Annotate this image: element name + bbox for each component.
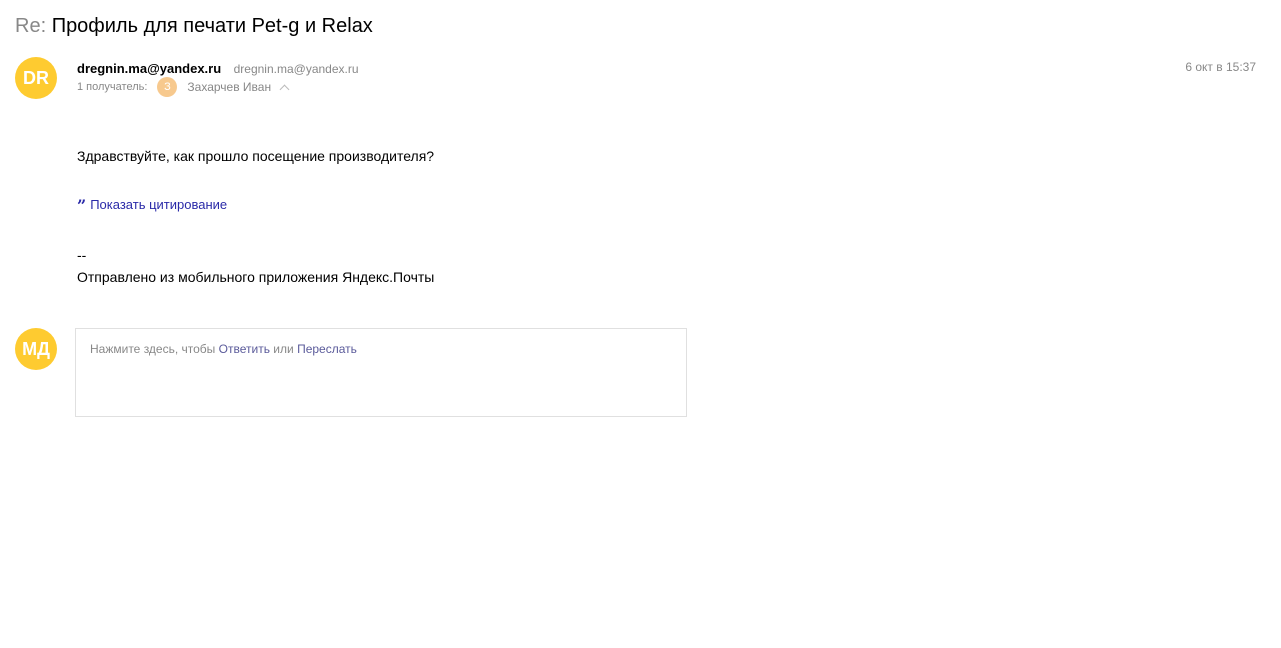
recipient-avatar-initial: З [164, 81, 171, 93]
message-subject: Re: Профиль для печати Pet-g и Relax [15, 13, 373, 39]
reply-hint-prefix: Нажмите здесь, чтобы [90, 342, 216, 356]
message-view: Re: Профиль для печати Pet-g и Relax DR … [0, 0, 1281, 648]
sender-avatar-initials: DR [23, 67, 49, 88]
reply-link[interactable]: Ответить [219, 342, 270, 356]
recipient-name[interactable]: Захарчев Иван [187, 80, 271, 94]
quote-icon: ” [77, 196, 87, 215]
recipients-count-label: 1 получатель: [77, 81, 148, 93]
subject-text: Профиль для печати Pet-g и Relax [51, 15, 373, 37]
signature-text: Отправлено из мобильного приложения Янде… [77, 269, 435, 285]
sender-email[interactable]: dregnin.ma@yandex.ru [234, 62, 359, 76]
user-avatar-initials: МД [22, 338, 50, 359]
show-quote-link[interactable]: ” Показать цитирование [77, 196, 227, 214]
subject-prefix: Re: [15, 15, 47, 37]
forward-link[interactable]: Переслать [297, 342, 357, 356]
recipient-avatar[interactable]: З [157, 77, 178, 97]
message-body-greeting: Здравствуйте, как прошло посещение произ… [77, 148, 435, 164]
reply-hint-or: или [273, 342, 294, 356]
signature-dash: -- [77, 247, 87, 263]
sender-name[interactable]: dregnin.ma@yandex.ru [77, 61, 221, 76]
show-quote-label: Показать цитирование [90, 197, 228, 212]
message-date: 6 окт в 15:37 [1185, 60, 1256, 74]
quick-reply-box[interactable]: Нажмите здесь, чтобы Ответить или Пересл… [75, 328, 687, 417]
recipients-row[interactable]: 1 получатель: З Захарчев Иван [77, 77, 290, 97]
chevron-up-icon[interactable] [279, 84, 290, 95]
user-avatar[interactable]: МД [15, 328, 57, 370]
reply-hint: Нажмите здесь, чтобы Ответить или Пересл… [90, 342, 357, 356]
sender-line: dregnin.ma@yandex.ru dregnin.ma@yandex.r… [77, 60, 359, 78]
sender-avatar[interactable]: DR [15, 57, 57, 99]
